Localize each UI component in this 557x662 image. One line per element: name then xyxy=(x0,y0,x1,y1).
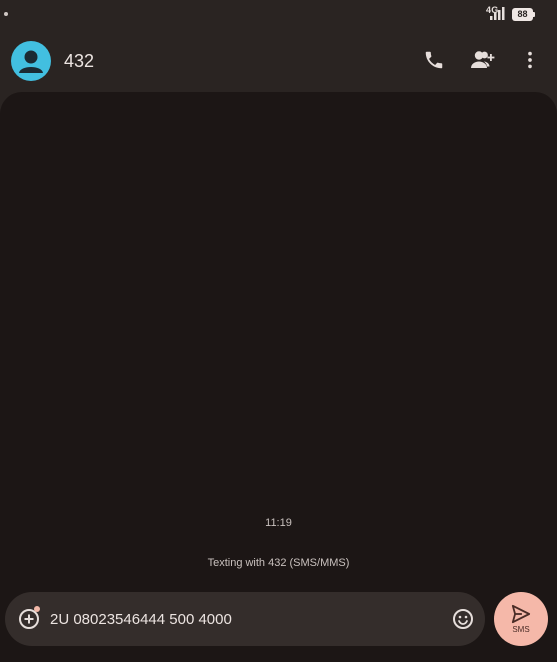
battery-level: 88 xyxy=(517,9,528,19)
emoji-button[interactable] xyxy=(451,607,475,631)
add-contact-icon xyxy=(471,51,495,68)
more-vert-icon xyxy=(528,51,532,69)
battery-icon: 88 xyxy=(512,8,536,21)
texting-with-label: Texting with 432 (SMS/MMS) xyxy=(207,557,350,569)
message-input[interactable] xyxy=(50,605,440,633)
conversation-header: 432 xyxy=(0,34,557,90)
signal-icon xyxy=(490,7,505,20)
emoji-icon xyxy=(453,609,473,629)
more-options-button[interactable] xyxy=(518,48,542,72)
send-button[interactable]: SMS xyxy=(494,592,548,646)
send-icon xyxy=(511,604,531,624)
attachment-badge xyxy=(34,606,40,612)
messaging-screen: 4G 88 432 11:19 Texting with 432 (SMS/MM… xyxy=(0,0,557,662)
phone-icon xyxy=(425,51,443,69)
composer-bar: SMS xyxy=(0,592,557,662)
notification-dot xyxy=(4,12,8,16)
status-bar: 4G 88 xyxy=(0,0,557,28)
contact-name[interactable]: 432 xyxy=(64,51,94,72)
add-contact-button[interactable] xyxy=(470,48,496,72)
message-timestamp: 11:19 xyxy=(265,517,292,529)
compose-field-container xyxy=(5,592,485,646)
message-list[interactable]: 11:19 Texting with 432 (SMS/MMS) xyxy=(0,92,557,592)
person-icon xyxy=(19,50,43,73)
send-label: SMS xyxy=(512,625,530,634)
call-button[interactable] xyxy=(422,48,446,72)
avatar[interactable] xyxy=(11,41,51,81)
